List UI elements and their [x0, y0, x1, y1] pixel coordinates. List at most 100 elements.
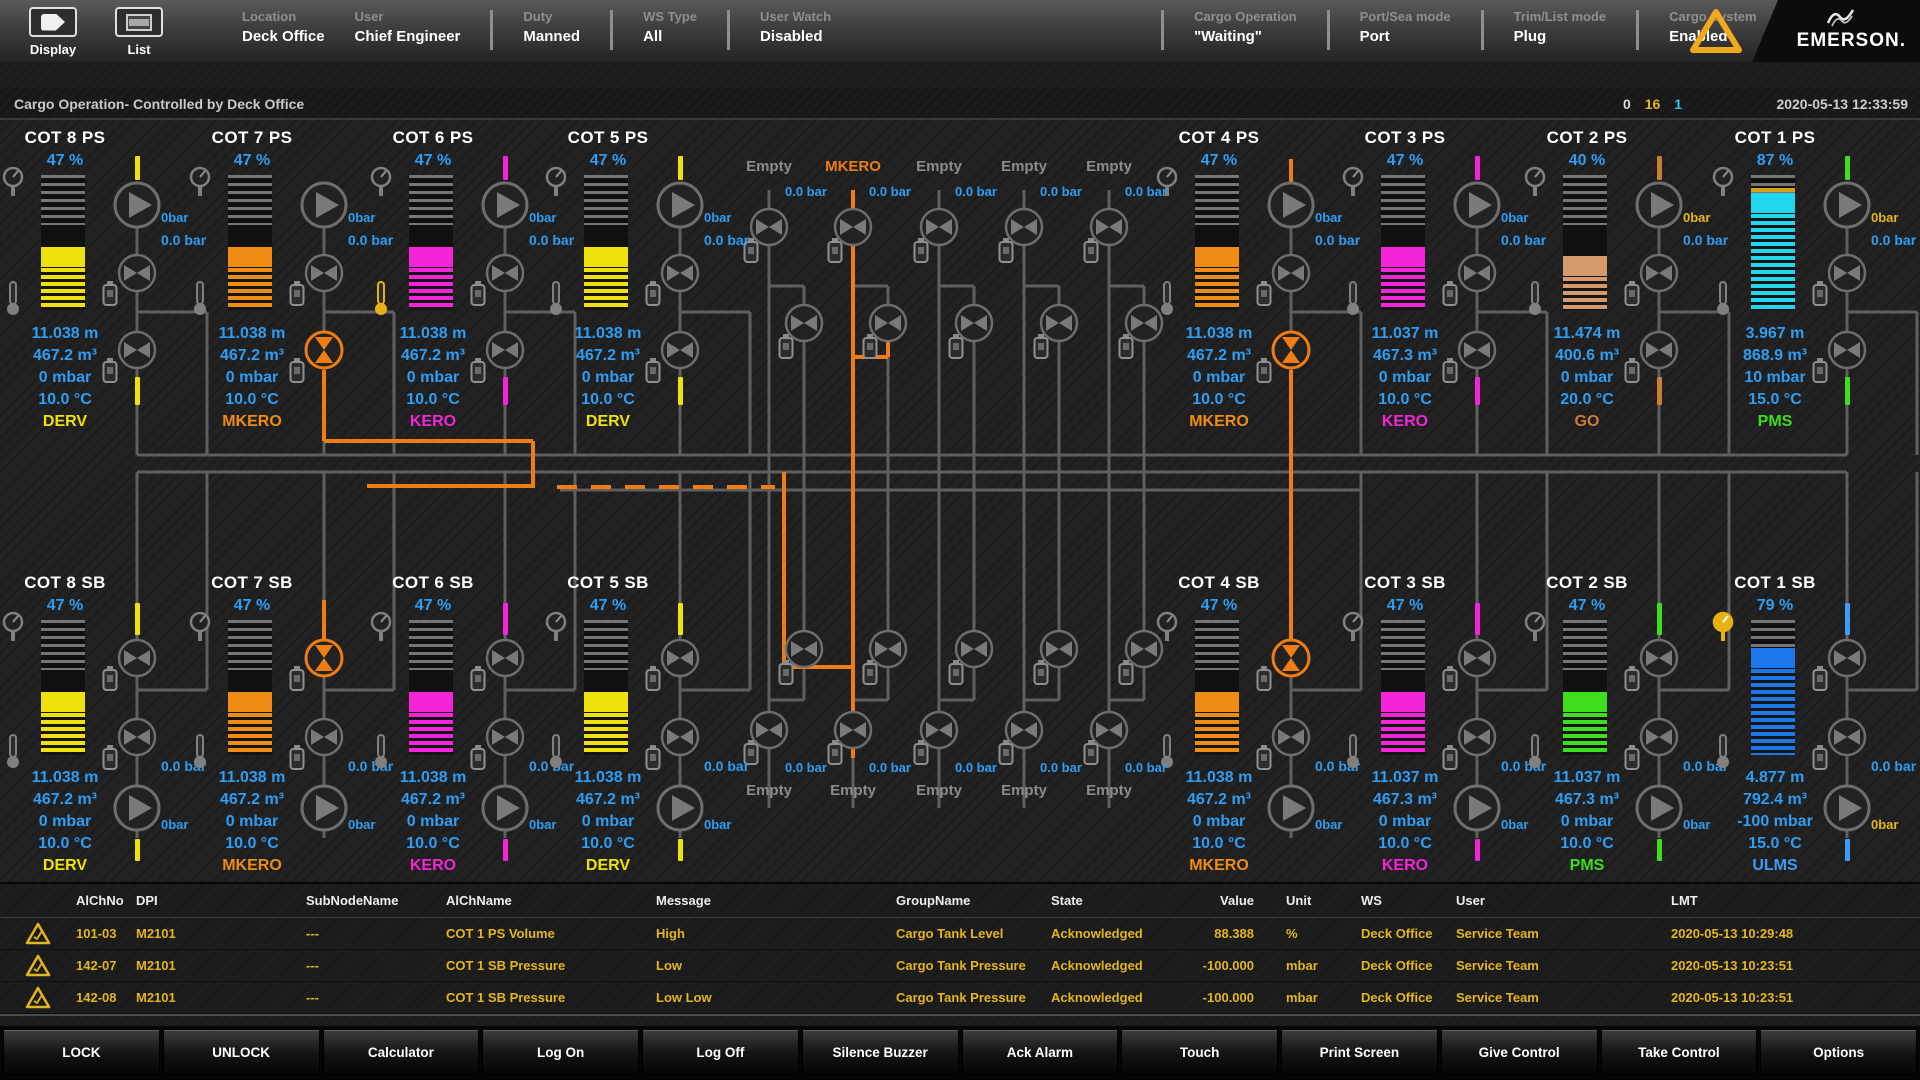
cargo-pump-icon[interactable]: [1265, 782, 1317, 834]
tank-level-gauge[interactable]: [1751, 620, 1795, 755]
tank-valve-icon[interactable]: [1637, 328, 1681, 372]
clock: 2020-05-13 12:33:59: [1776, 96, 1908, 112]
bottom-button-bar: LOCKUNLOCKCalculatorLog OnLog OffSilence…: [0, 1026, 1920, 1080]
tank-level-gauge[interactable]: [1563, 620, 1607, 755]
tank-level-gauge[interactable]: [584, 175, 628, 310]
tank-valve-icon[interactable]: [1825, 251, 1869, 295]
ack-alarm-button[interactable]: Ack Alarm: [962, 1030, 1119, 1075]
tank-valve-icon[interactable]: [483, 715, 527, 759]
options-button[interactable]: Options: [1760, 1030, 1917, 1075]
tank-valve-icon[interactable]: [483, 251, 527, 295]
tank-valve-icon[interactable]: [483, 636, 527, 680]
tank-valve-icon[interactable]: [115, 715, 159, 759]
cargo-pump-icon[interactable]: [1451, 179, 1503, 231]
tank-valve-icon[interactable]: [1637, 251, 1681, 295]
field-label: User: [355, 9, 461, 24]
cargo-pump-icon[interactable]: [1451, 782, 1503, 834]
valve-actuator-icon: [645, 666, 661, 692]
alarm-row[interactable]: 142-07M2101---COT 1 SB PressureLowCargo …: [0, 950, 1920, 982]
tank-valve-icon[interactable]: [115, 328, 159, 372]
take-control-button[interactable]: Take Control: [1601, 1030, 1758, 1075]
tank-valve-icon[interactable]: [1637, 636, 1681, 680]
calculator-button[interactable]: Calculator: [323, 1030, 480, 1075]
tank-valve-icon[interactable]: [658, 636, 702, 680]
tank-level-gauge[interactable]: [1751, 175, 1795, 310]
list-button[interactable]: List: [106, 7, 172, 62]
tank-name: COT 3 PS: [1337, 128, 1473, 148]
alarm-row[interactable]: 142-08M2101---COT 1 SB PressureLow LowCa…: [0, 982, 1920, 1014]
tank-valve-icon[interactable]: [1637, 715, 1681, 759]
cargo-pump-icon[interactable]: [479, 179, 531, 231]
alarm-row[interactable]: 101-03M2101---COT 1 PS VolumeHighCargo T…: [0, 918, 1920, 950]
tank-valve-icon[interactable]: [658, 715, 702, 759]
cargo-pump-icon[interactable]: [111, 179, 163, 231]
cargo-pump-icon[interactable]: [1821, 782, 1873, 834]
tank-level-gauge[interactable]: [41, 620, 85, 755]
cargo-pump-icon[interactable]: [654, 782, 706, 834]
log-off-button[interactable]: Log Off: [642, 1030, 799, 1075]
print-screen-button[interactable]: Print Screen: [1281, 1030, 1438, 1075]
alarm-triangle-button[interactable]: [1688, 6, 1744, 61]
thermometer-icon: [1342, 733, 1364, 769]
tank-valve-icon[interactable]: [115, 636, 159, 680]
tank-level-gauge[interactable]: [1563, 175, 1607, 310]
tank-valve-icon[interactable]: [115, 251, 159, 295]
tank-valve-icon[interactable]: [302, 251, 346, 295]
unlock-button[interactable]: UNLOCK: [163, 1030, 320, 1075]
tank-level-gauge[interactable]: [228, 175, 272, 310]
valve-actuator-icon: [1812, 281, 1828, 307]
tank-valve-icon[interactable]: [1455, 328, 1499, 372]
cargo-pump-icon[interactable]: [1633, 782, 1685, 834]
high-level-mark: [1751, 188, 1795, 192]
tank-valve-icon[interactable]: [1825, 328, 1869, 372]
alarm-cell: COT 1 SB Pressure: [440, 958, 650, 973]
status-field-cargo-operation: Cargo Operation "Waiting": [1194, 9, 1297, 62]
valve-actuator-icon: [1442, 745, 1458, 771]
tank-valve-icon[interactable]: [1269, 715, 1313, 759]
tank-level-gauge[interactable]: [1195, 620, 1239, 755]
tank-valve-icon[interactable]: [658, 328, 702, 372]
cargo-pump-icon[interactable]: [298, 179, 350, 231]
cargo-pump-icon[interactable]: [479, 782, 531, 834]
cargo-pump-icon[interactable]: [298, 782, 350, 834]
lock-button[interactable]: LOCK: [3, 1030, 160, 1075]
tank-valve-icon[interactable]: [658, 251, 702, 295]
tank-level-gauge[interactable]: [1381, 175, 1425, 310]
open-valve-icon[interactable]: [302, 328, 346, 372]
tank-level-gauge[interactable]: [228, 620, 272, 755]
log-on-button[interactable]: Log On: [482, 1030, 639, 1075]
tank-level-gauge[interactable]: [1381, 620, 1425, 755]
tank-level-gauge[interactable]: [409, 175, 453, 310]
tank-level-gauge[interactable]: [1195, 175, 1239, 310]
manifold-pressure-label: 0.0 bar: [869, 760, 911, 775]
tank-valve-icon[interactable]: [483, 328, 527, 372]
tank-valve-icon[interactable]: [1825, 636, 1869, 680]
tank-level-gauge[interactable]: [41, 175, 85, 310]
tank-valve-icon[interactable]: [1455, 251, 1499, 295]
open-valve-icon[interactable]: [1269, 636, 1313, 680]
tank-valve-icon[interactable]: [1269, 251, 1313, 295]
field-separator: [727, 10, 730, 50]
touch-button[interactable]: Touch: [1121, 1030, 1278, 1075]
alarm-table-header: AlChNoDPISubNodeNameAlChNameMessageGroup…: [0, 884, 1920, 918]
silence-buzzer-button[interactable]: Silence Buzzer: [802, 1030, 959, 1075]
give-control-button[interactable]: Give Control: [1441, 1030, 1598, 1075]
cargo-pump-icon[interactable]: [654, 179, 706, 231]
open-valve-icon[interactable]: [302, 636, 346, 680]
tank-level-gauge[interactable]: [584, 620, 628, 755]
valve-actuator-icon: [289, 281, 305, 307]
tank-valve-icon[interactable]: [302, 715, 346, 759]
cargo-pump-icon[interactable]: [111, 782, 163, 834]
tank-valve-icon[interactable]: [1455, 636, 1499, 680]
cargo-pump-icon[interactable]: [1265, 179, 1317, 231]
tank-level-gauge[interactable]: [409, 620, 453, 755]
open-valve-icon[interactable]: [1269, 328, 1313, 372]
cargo-pump-icon[interactable]: [1821, 179, 1873, 231]
cargo-pump-icon[interactable]: [1633, 179, 1685, 231]
tank-valve-icon[interactable]: [1455, 715, 1499, 759]
display-button[interactable]: Display: [20, 7, 86, 62]
thermometer-icon: [370, 280, 392, 316]
line-pressure-label: 0.0 bar: [704, 232, 749, 248]
column-header: Value: [1195, 893, 1280, 908]
tank-valve-icon[interactable]: [1825, 715, 1869, 759]
